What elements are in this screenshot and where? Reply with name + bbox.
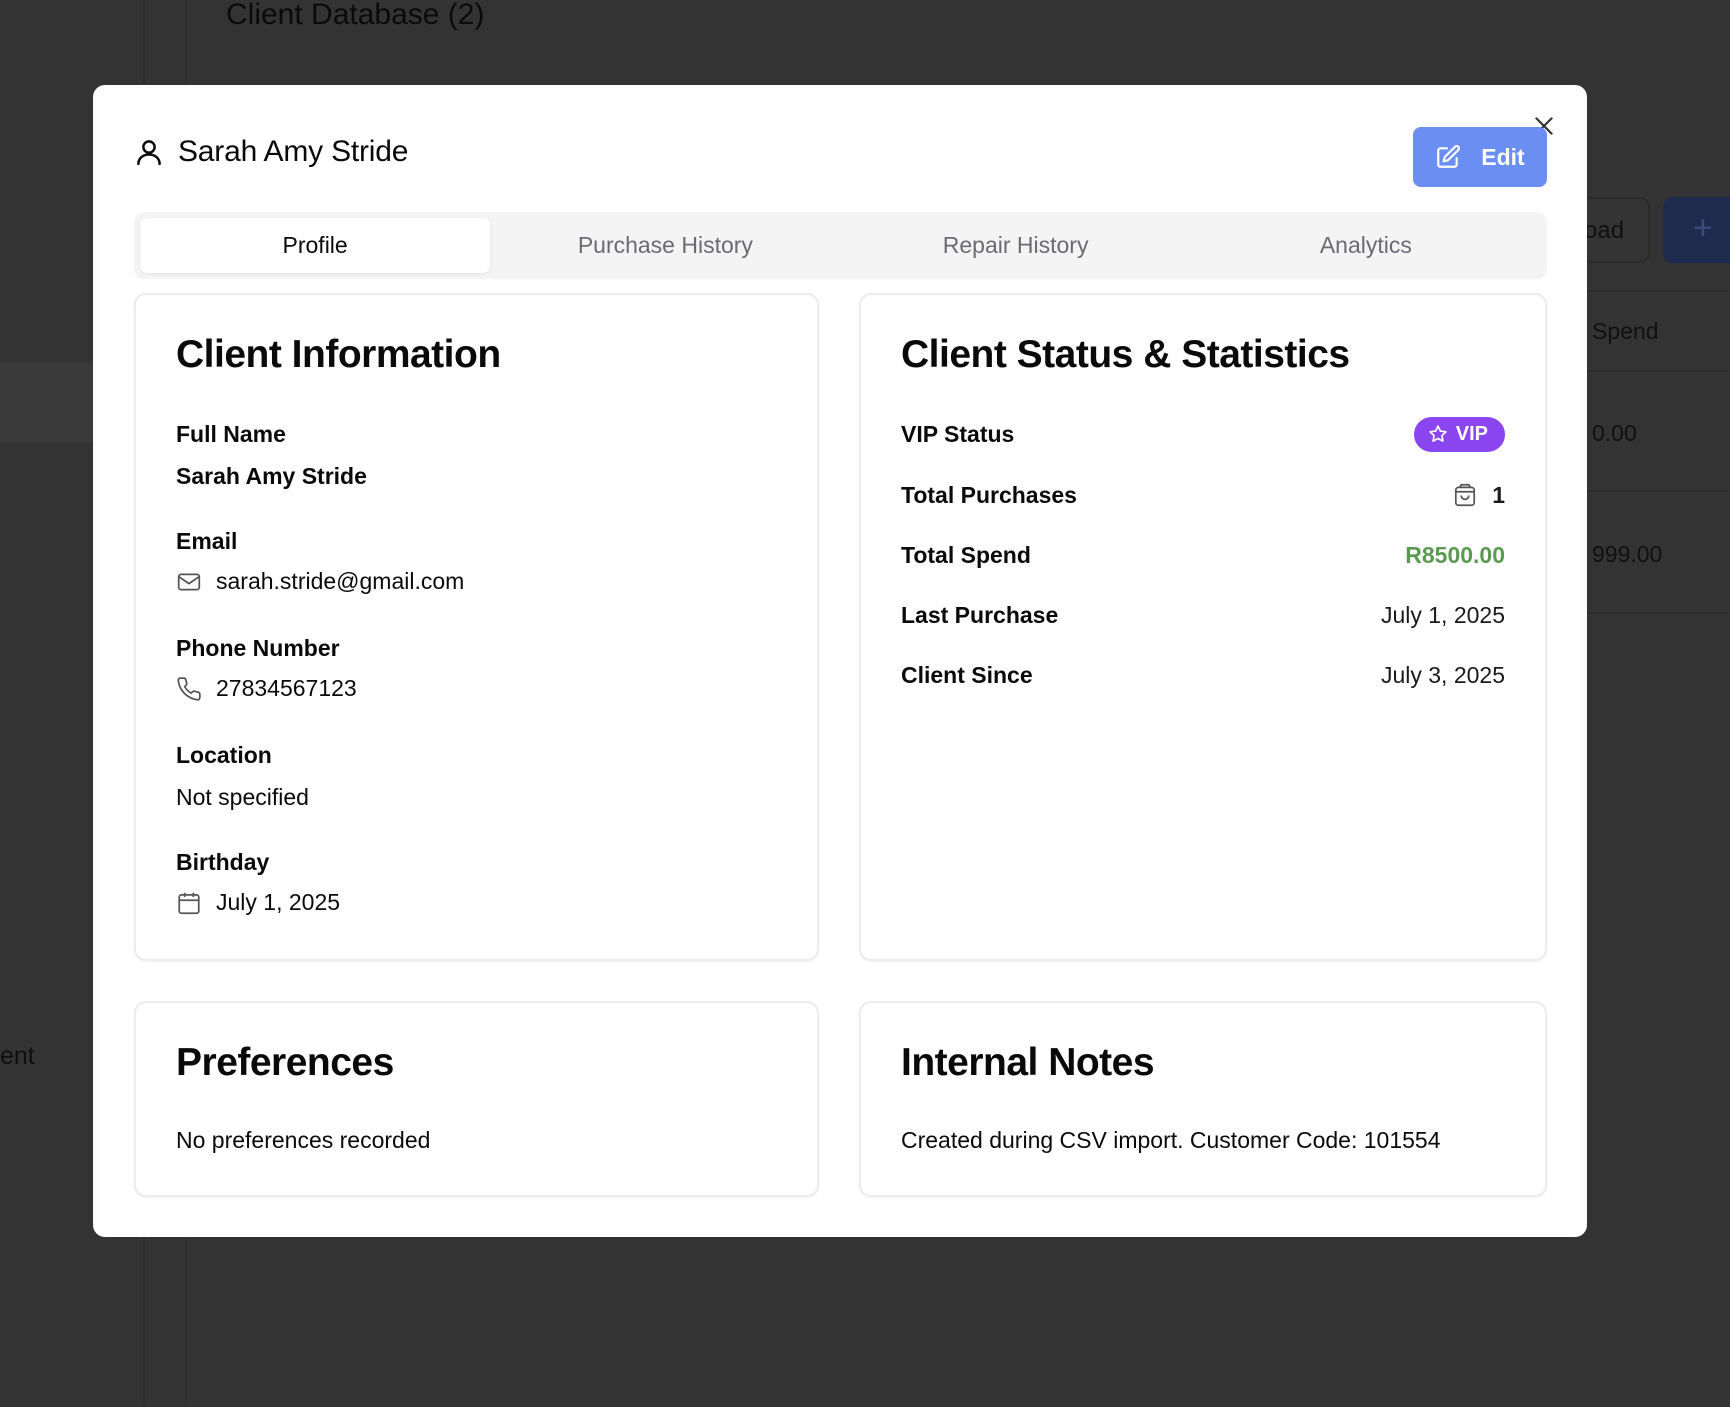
table-header-spend: Spend (1592, 318, 1659, 344)
location-text: Not specified (176, 784, 309, 810)
full-name-text: Sarah Amy Stride (176, 463, 367, 489)
modal-header: Sarah Amy Stride (134, 135, 408, 169)
user-icon (134, 137, 164, 167)
vip-status-label: VIP Status (901, 420, 1015, 447)
total-purchases-row: Total Purchases 1 (901, 477, 1505, 513)
card-title: Preferences (176, 1041, 394, 1084)
last-purchase-value: July 1, 2025 (1380, 601, 1505, 628)
internal-notes-text: Created during CSV import. Customer Code… (901, 1127, 1441, 1153)
tab-profile[interactable]: Profile (140, 218, 491, 273)
birthday-value: July 1, 2025 (176, 889, 340, 916)
last-purchase-label: Last Purchase (901, 601, 1059, 628)
birthday-text: July 1, 2025 (216, 889, 341, 915)
star-icon (1428, 424, 1448, 444)
email-label: Email (176, 528, 238, 554)
client-since-value: July 3, 2025 (1380, 661, 1505, 688)
full-name-value: Sarah Amy Stride (176, 463, 367, 490)
tab-repair-history[interactable]: Repair History (841, 218, 1191, 273)
client-since-row: Client Since July 3, 2025 (901, 657, 1505, 693)
email-value: sarah.stride@gmail.com (176, 568, 464, 595)
phone-label: Phone Number (176, 635, 340, 661)
vip-status-row: VIP Status VIP (901, 416, 1505, 452)
mail-icon (176, 569, 202, 595)
email-text[interactable]: sarah.stride@gmail.com (216, 568, 464, 595)
client-since-label: Client Since (901, 661, 1033, 688)
sidebar-partial-text: ent (0, 1042, 35, 1070)
table-divider (1587, 490, 1730, 492)
shopping-bag-icon (1452, 482, 1478, 508)
table-divider (1587, 290, 1730, 292)
location-value: Not specified (176, 784, 309, 811)
edit-button-label: Edit (1481, 143, 1525, 170)
table-cell: 0.00 (1592, 420, 1637, 446)
card-title: Client Information (176, 333, 501, 376)
card-title: Internal Notes (901, 1041, 1155, 1084)
upload-button-label: oad (1584, 217, 1625, 244)
client-detail-modal: Sarah Amy Stride Edit Profile Purchase H… (93, 85, 1587, 1237)
phone-value: 27834567123 (176, 675, 357, 702)
total-spend-value: R8500.00 (1405, 541, 1505, 568)
total-purchases-count: 1 (1492, 481, 1505, 508)
total-purchases-value: 1 (1452, 482, 1505, 509)
client-status-card: Client Status & Statistics VIP Status VI… (859, 293, 1547, 961)
edit-button[interactable]: Edit (1413, 127, 1547, 187)
edit-icon (1435, 144, 1461, 170)
client-information-card: Client Information Full Name Sarah Amy S… (134, 293, 819, 961)
location-label: Location (176, 742, 272, 768)
table-divider (1587, 370, 1730, 372)
total-purchases-label: Total Purchases (901, 481, 1077, 508)
internal-notes-card: Internal Notes Created during CSV import… (859, 1001, 1547, 1197)
tab-analytics[interactable]: Analytics (1191, 218, 1541, 273)
last-purchase-row: Last Purchase July 1, 2025 (901, 597, 1505, 633)
tab-purchase-history[interactable]: Purchase History (490, 218, 840, 273)
client-name-title: Sarah Amy Stride (178, 135, 409, 168)
add-symbol: + (1693, 209, 1713, 247)
page-title: Client Database (2) (226, 0, 485, 31)
total-spend-label: Total Spend (901, 541, 1031, 568)
birthday-label: Birthday (176, 849, 270, 875)
preferences-text: No preferences recorded (176, 1127, 431, 1153)
preferences-card: Preferences No preferences recorded (134, 1001, 819, 1197)
card-title: Client Status & Statistics (901, 333, 1350, 376)
full-name-label: Full Name (176, 421, 286, 447)
add-client-button[interactable]: + (1663, 197, 1730, 263)
phone-icon (176, 676, 202, 702)
table-divider (1587, 612, 1730, 614)
calendar-icon (176, 890, 202, 916)
phone-text[interactable]: 27834567123 (216, 675, 357, 702)
table-cell: 999.00 (1592, 541, 1663, 567)
tab-bar: Profile Purchase History Repair History … (134, 212, 1547, 279)
vip-badge-text: VIP (1455, 422, 1488, 445)
vip-badge: VIP (1413, 416, 1505, 452)
total-spend-row: Total Spend R8500.00 (901, 537, 1505, 573)
